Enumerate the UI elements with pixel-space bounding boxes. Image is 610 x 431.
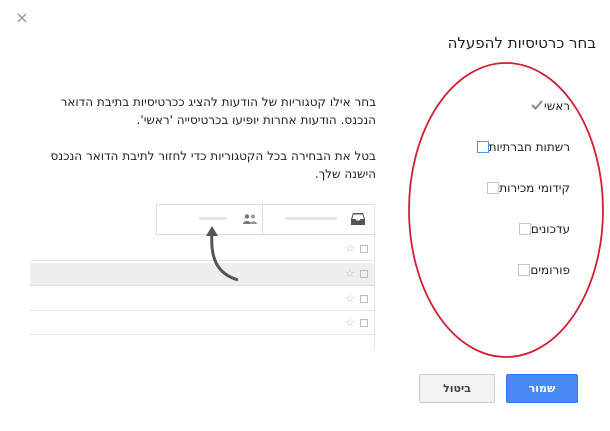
- checkmark-icon: [530, 98, 544, 114]
- option-label: רשתות חברתיות: [488, 140, 570, 154]
- option-label: קידומי מכירות: [499, 181, 570, 195]
- description-paragraph: בחר אילו קטגוריות של הודעות להציג ככרטיס…: [60, 95, 376, 127]
- inbox-icon: [351, 213, 365, 225]
- preview-edge: [374, 204, 375, 350]
- option-label: פורומים: [530, 263, 570, 277]
- preview-tab-bar: [156, 204, 375, 235]
- tab-placeholder-line: [285, 217, 337, 220]
- preview-row: ☆: [30, 312, 375, 335]
- star-icon: ☆: [345, 292, 355, 305]
- curved-arrow-icon: [206, 226, 239, 282]
- row-checkbox-icon: [360, 295, 368, 303]
- social-checkbox[interactable]: [476, 141, 489, 153]
- updates-checkbox[interactable]: [518, 223, 531, 235]
- option-forums[interactable]: פורומים: [508, 260, 570, 280]
- row-checkbox-icon: [360, 270, 368, 278]
- option-label: ראשי: [544, 99, 570, 113]
- preview-tab-primary: [263, 204, 375, 234]
- save-button[interactable]: שמור: [506, 374, 578, 403]
- option-social[interactable]: רשתות חברתיות: [467, 137, 570, 157]
- option-updates[interactable]: עדכונים: [509, 219, 570, 239]
- preview-row: ☆: [30, 288, 375, 311]
- close-button[interactable]: ×: [14, 10, 30, 26]
- option-promotions[interactable]: קידומי מכירות: [477, 178, 570, 198]
- option-label: עדכונים: [530, 222, 570, 236]
- dialog-title: בחר כרטיסיות להפעלה: [447, 34, 596, 52]
- row-checkbox-icon: [360, 245, 368, 253]
- cancel-button[interactable]: ביטול: [419, 374, 495, 403]
- star-icon: ☆: [345, 316, 355, 329]
- promotions-checkbox[interactable]: [487, 182, 500, 194]
- star-icon: ☆: [345, 267, 355, 280]
- close-icon: ×: [15, 8, 29, 27]
- option-primary: ראשי: [522, 96, 570, 116]
- star-icon: ☆: [345, 242, 355, 255]
- forums-checkbox[interactable]: [518, 264, 531, 276]
- tab-placeholder-line: [199, 217, 227, 220]
- category-options: ראשי רשתות חברתיות קידומי מכירות עדכונים…: [430, 90, 570, 290]
- inbox-preview: ☆ ☆ ☆ ☆: [30, 204, 375, 350]
- row-checkbox-icon: [360, 319, 368, 327]
- description-paragraph-restore: בטל את הבחירה בכל הקטגוריות כדי לחזור לת…: [50, 149, 376, 181]
